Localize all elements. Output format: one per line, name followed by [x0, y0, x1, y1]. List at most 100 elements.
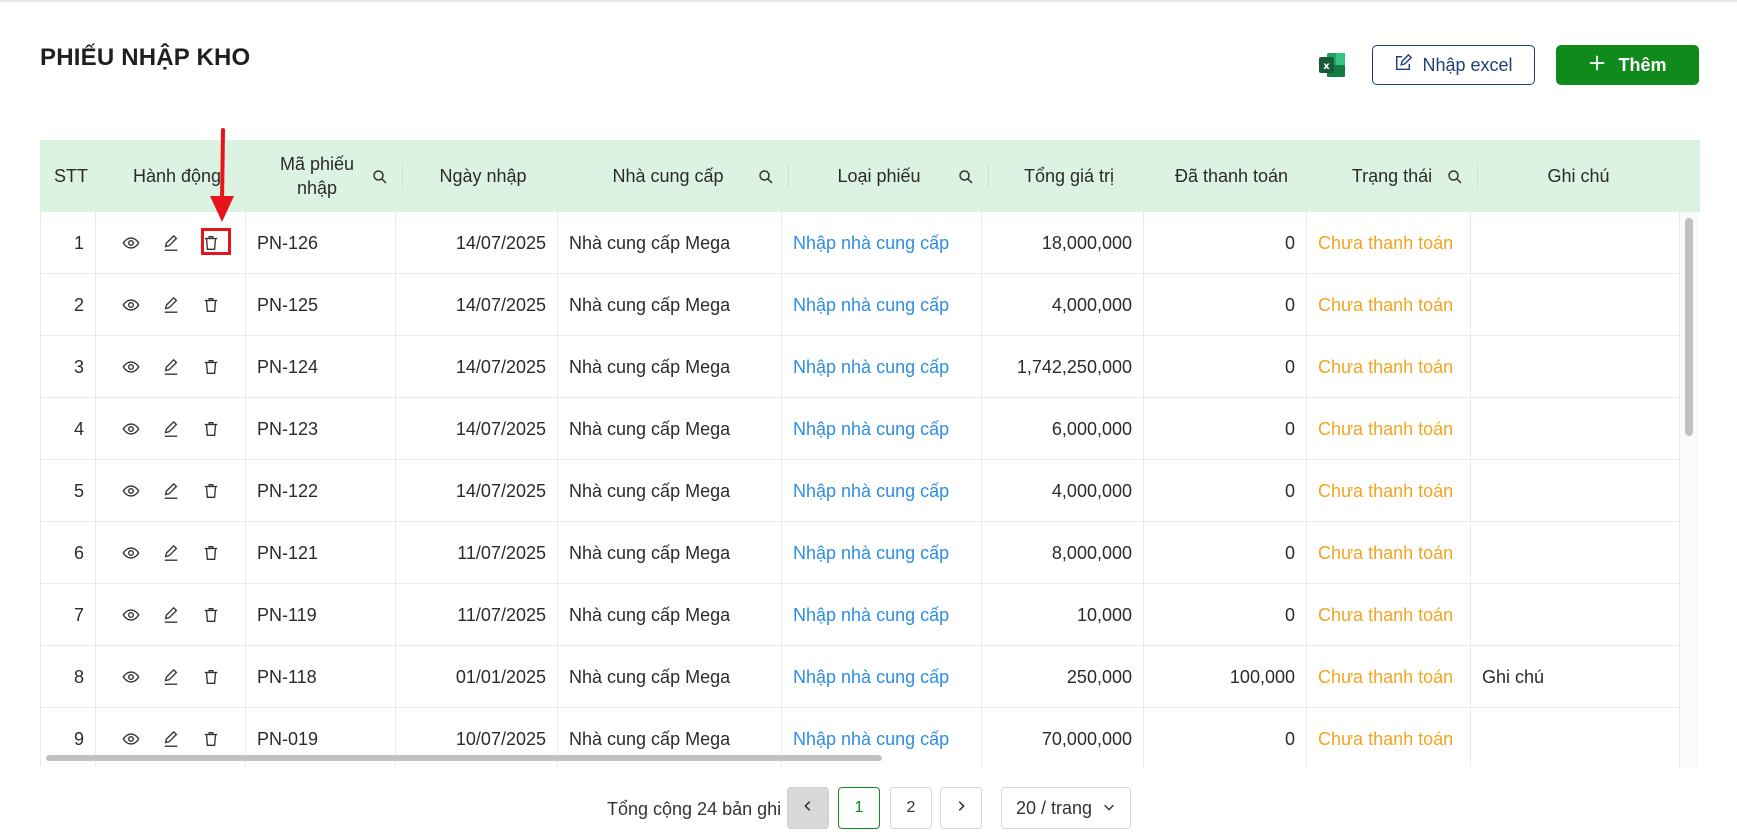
- cell-stt: 6: [40, 522, 96, 584]
- cell-type[interactable]: Nhập nhà cung cấp: [782, 646, 982, 708]
- cell-status: Chưa thanh toán: [1307, 522, 1471, 584]
- col-note: Ghi chú: [1477, 140, 1680, 212]
- col-code-label: Mã phiếu nhập: [280, 152, 354, 200]
- edit-pencil-icon[interactable]: [162, 668, 180, 686]
- prev-page-button[interactable]: [787, 787, 829, 829]
- col-note-label: Ghi chú: [1547, 166, 1610, 186]
- page-2-button[interactable]: 2: [890, 787, 932, 829]
- vertical-scrollbar-thumb[interactable]: [1685, 218, 1693, 436]
- cell-actions: [96, 336, 246, 398]
- page-title: PHIẾU NHẬP KHO: [40, 44, 251, 71]
- cell-paid: 100,000: [1144, 646, 1307, 708]
- edit-pencil-icon[interactable]: [162, 296, 180, 314]
- cell-total: 4,000,000: [982, 274, 1144, 336]
- delete-trash-icon[interactable]: [202, 668, 220, 686]
- col-status: Trạng thái: [1313, 140, 1477, 212]
- cell-note: [1471, 336, 1680, 398]
- page-size-select[interactable]: 20 / trang: [1001, 787, 1131, 829]
- cell-status: Chưa thanh toán: [1307, 460, 1471, 522]
- delete-trash-icon[interactable]: [202, 544, 220, 562]
- table-row[interactable]: 4 PN-123 14/07/2025 Nhà cung cấp Mega Nhập n…: [40, 398, 1680, 460]
- next-page-button[interactable]: [940, 787, 982, 829]
- import-excel-button[interactable]: Nhập excel: [1372, 45, 1535, 85]
- cell-supplier: Nhà cung cấp Mega: [558, 646, 782, 708]
- cell-actions: [96, 646, 246, 708]
- table-row[interactable]: 5 PN-122 14/07/2025 Nhà cung cấp Mega Nhập n…: [40, 460, 1680, 522]
- cell-stt: 3: [40, 336, 96, 398]
- cell-type[interactable]: Nhập nhà cung cấp: [782, 212, 982, 274]
- cell-note: [1471, 212, 1680, 274]
- cell-supplier: Nhà cung cấp Mega: [558, 212, 782, 274]
- table-row[interactable]: 2 PN-125 14/07/2025 Nhà cung cấp Mega Nhập n…: [40, 274, 1680, 336]
- search-icon[interactable]: [958, 167, 974, 184]
- horizontal-scrollbar-thumb[interactable]: [46, 755, 882, 761]
- cell-type[interactable]: Nhập nhà cung cấp: [782, 398, 982, 460]
- cell-actions: [96, 274, 246, 336]
- view-eye-icon[interactable]: [122, 420, 140, 438]
- view-eye-icon[interactable]: [122, 668, 140, 686]
- cell-type[interactable]: Nhập nhà cung cấp: [782, 522, 982, 584]
- table-row[interactable]: 6 PN-121 11/07/2025 Nhà cung cấp Mega Nhập n…: [40, 522, 1680, 584]
- cell-note: [1471, 708, 1680, 767]
- col-supplier-label: Nhà cung cấp: [612, 166, 724, 186]
- cell-type[interactable]: Nhập nhà cung cấp: [782, 584, 982, 646]
- cell-code: PN-121: [246, 522, 396, 584]
- chevron-left-icon: [801, 799, 815, 818]
- delete-trash-icon[interactable]: [202, 296, 220, 314]
- cell-date: 11/07/2025: [396, 522, 558, 584]
- table-row[interactable]: 7 PN-119 11/07/2025 Nhà cung cấp Mega Nhập n…: [40, 584, 1680, 646]
- view-eye-icon[interactable]: [122, 482, 140, 500]
- col-stt: STT: [40, 140, 102, 212]
- delete-trash-icon[interactable]: [202, 482, 220, 500]
- cell-total: 10,000: [982, 584, 1144, 646]
- receipt-table: STT Hành động Mã phiếu nhập Ngày nhập Nhà…: [40, 140, 1700, 767]
- cell-status: Chưa thanh toán: [1307, 708, 1471, 767]
- cell-type[interactable]: Nhập nhà cung cấp: [782, 336, 982, 398]
- search-icon[interactable]: [758, 167, 774, 184]
- delete-trash-icon[interactable]: [202, 420, 220, 438]
- table-row[interactable]: 3 PN-124 14/07/2025 Nhà cung cấp Mega Nhập n…: [40, 336, 1680, 398]
- cell-total: 6,000,000: [982, 398, 1144, 460]
- page-1-button[interactable]: 1: [838, 787, 880, 829]
- view-eye-icon[interactable]: [122, 358, 140, 376]
- cell-type[interactable]: Nhập nhà cung cấp: [782, 274, 982, 336]
- col-status-label: Trạng thái: [1351, 166, 1433, 186]
- search-icon[interactable]: [1447, 167, 1463, 184]
- view-eye-icon[interactable]: [122, 730, 140, 748]
- edit-pencil-icon[interactable]: [162, 544, 180, 562]
- cell-status: Chưa thanh toán: [1307, 584, 1471, 646]
- excel-icon[interactable]: x: [1318, 52, 1346, 78]
- view-eye-icon[interactable]: [122, 296, 140, 314]
- delete-trash-icon[interactable]: [202, 358, 220, 376]
- cell-note: [1471, 274, 1680, 336]
- table-row[interactable]: 8 PN-118 01/01/2025 Nhà cung cấp Mega Nhập n…: [40, 646, 1680, 708]
- cell-date: 14/07/2025: [396, 398, 558, 460]
- add-button[interactable]: Thêm: [1556, 45, 1699, 85]
- edit-pencil-icon[interactable]: [162, 358, 180, 376]
- view-eye-icon[interactable]: [122, 544, 140, 562]
- cell-code: PN-122: [246, 460, 396, 522]
- edit-pencil-icon[interactable]: [162, 482, 180, 500]
- cell-note: [1471, 398, 1680, 460]
- table-row[interactable]: 1 PN-126 14/07/2025 Nhà cung cấp Mega Nhập n…: [40, 212, 1680, 274]
- col-code: Mã phiếu nhập: [252, 140, 402, 212]
- col-total-label: Tổng giá trị: [1023, 166, 1115, 186]
- edit-pencil-icon[interactable]: [162, 730, 180, 748]
- cell-type[interactable]: Nhập nhà cung cấp: [782, 460, 982, 522]
- cell-total: 1,742,250,000: [982, 336, 1144, 398]
- delete-trash-icon[interactable]: [202, 606, 220, 624]
- view-eye-icon[interactable]: [122, 234, 140, 252]
- cell-status: Chưa thanh toán: [1307, 646, 1471, 708]
- cell-paid: 0: [1144, 460, 1307, 522]
- col-supplier: Nhà cung cấp: [564, 140, 788, 212]
- edit-pencil-icon[interactable]: [162, 606, 180, 624]
- view-eye-icon[interactable]: [122, 606, 140, 624]
- edit-pencil-icon[interactable]: [162, 234, 180, 252]
- delete-trash-icon[interactable]: [202, 730, 220, 748]
- edit-pencil-icon[interactable]: [162, 420, 180, 438]
- cell-actions: [96, 522, 246, 584]
- cell-stt: 4: [40, 398, 96, 460]
- search-icon[interactable]: [372, 167, 388, 184]
- arrow-annotation: [210, 128, 234, 222]
- cell-code: PN-124: [246, 336, 396, 398]
